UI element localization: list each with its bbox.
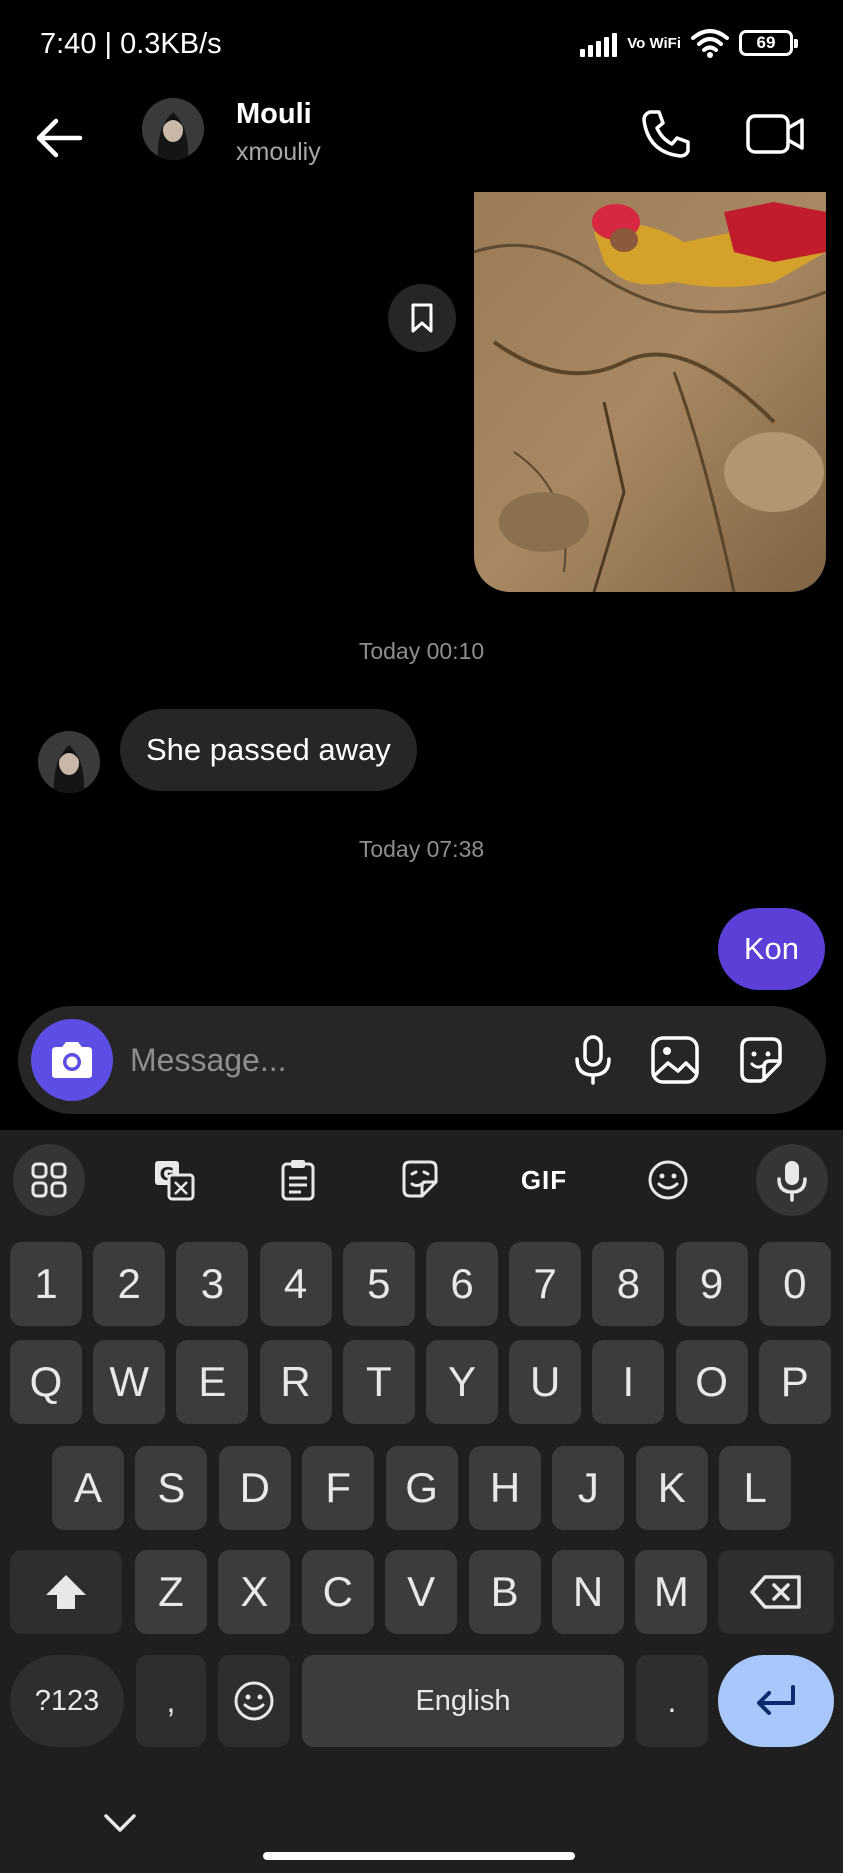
key-o[interactable]: O — [675, 1340, 748, 1424]
sticker-icon[interactable] — [734, 1033, 788, 1087]
backspace-icon — [750, 1575, 801, 1609]
sticker-icon — [402, 1160, 438, 1198]
space-key[interactable]: English — [302, 1655, 624, 1747]
status-icons: Vo WiFi 69 — [580, 28, 798, 58]
microphone-icon[interactable] — [566, 1033, 620, 1087]
key-7[interactable]: 7 — [509, 1242, 582, 1326]
battery-icon: 69 — [739, 30, 798, 56]
status-bar: 7:40 | 0.3KB/s Vo WiFi 69 — [0, 0, 843, 90]
key-c[interactable]: C — [301, 1550, 374, 1634]
period-key[interactable]: . — [636, 1655, 708, 1747]
key-z[interactable]: Z — [135, 1550, 207, 1634]
key-f[interactable]: F — [302, 1446, 375, 1530]
clipboard-icon — [281, 1160, 315, 1201]
message-input[interactable] — [130, 1030, 550, 1090]
chevron-down-icon[interactable] — [100, 1808, 140, 1838]
key-9[interactable]: 9 — [675, 1242, 748, 1326]
message-timestamp: Today 07:38 — [358, 836, 485, 862]
key-j[interactable]: J — [552, 1446, 625, 1530]
vowifi-label: Vo WiFi — [627, 34, 681, 52]
backspace-key[interactable] — [718, 1550, 834, 1634]
keyboard-toolbar: G GIF — [0, 1130, 843, 1230]
video-call-icon[interactable] — [744, 104, 806, 164]
key-x[interactable]: X — [218, 1550, 291, 1634]
message-composer — [18, 1006, 826, 1114]
status-time: 7:40 | 0.3KB/s — [40, 28, 222, 60]
translate-button[interactable]: G — [138, 1144, 210, 1216]
bookmark-icon — [411, 303, 433, 333]
sender-avatar[interactable] — [38, 731, 100, 793]
key-r[interactable]: R — [259, 1340, 332, 1424]
contact-username[interactable]: xmouliy — [236, 138, 321, 167]
wifi-icon — [691, 29, 729, 58]
key-b[interactable]: B — [468, 1550, 541, 1634]
gif-button[interactable]: GIF — [508, 1144, 580, 1216]
key-n[interactable]: N — [552, 1550, 624, 1634]
shift-icon — [46, 1575, 86, 1609]
key-t[interactable]: T — [342, 1340, 415, 1424]
key-e[interactable]: E — [176, 1340, 249, 1424]
camera-icon — [52, 1042, 92, 1078]
key-4[interactable]: 4 — [259, 1242, 332, 1326]
home-indicator — [263, 1852, 575, 1860]
shift-key[interactable] — [10, 1550, 122, 1634]
key-1[interactable]: 1 — [10, 1242, 82, 1326]
key-5[interactable]: 5 — [342, 1242, 415, 1326]
clipboard-button[interactable] — [262, 1144, 334, 1216]
key-v[interactable]: V — [385, 1550, 458, 1634]
translate-icon: G — [155, 1161, 195, 1201]
key-y[interactable]: Y — [426, 1340, 498, 1424]
key-d[interactable]: D — [218, 1446, 291, 1530]
chat-header: Mouli xmouliy — [0, 90, 843, 190]
avatar[interactable] — [142, 98, 204, 160]
key-g[interactable]: G — [385, 1446, 458, 1530]
key-k[interactable]: K — [635, 1446, 708, 1530]
contact-name[interactable]: Mouli — [236, 98, 312, 131]
emoji-toolbar-button[interactable] — [632, 1144, 704, 1216]
key-a[interactable]: A — [52, 1446, 124, 1530]
key-s[interactable]: S — [135, 1446, 208, 1530]
back-arrow-icon[interactable] — [30, 108, 90, 168]
gif-label: GIF — [520, 1164, 568, 1195]
symbols-key[interactable]: ?123 — [10, 1655, 124, 1747]
incoming-message[interactable]: She passed away — [120, 709, 417, 791]
emoji-icon — [648, 1160, 688, 1200]
key-m[interactable]: M — [635, 1550, 708, 1634]
keyboard: G GIF 1 2 3 4 5 6 7 8 9 0 Q W E R T Y U … — [0, 1130, 843, 1873]
emoji-icon — [234, 1681, 274, 1721]
key-h[interactable]: H — [469, 1446, 541, 1530]
key-3[interactable]: 3 — [176, 1242, 249, 1326]
save-button[interactable] — [388, 284, 456, 352]
key-p[interactable]: P — [758, 1340, 831, 1424]
apps-button[interactable] — [13, 1144, 85, 1216]
key-2[interactable]: 2 — [93, 1242, 166, 1326]
keyboard-sticker-button[interactable] — [384, 1144, 456, 1216]
emoji-key[interactable] — [218, 1655, 290, 1747]
message-timestamp: Today 00:10 — [358, 638, 485, 664]
camera-button[interactable] — [31, 1019, 113, 1101]
key-q[interactable]: Q — [10, 1340, 82, 1424]
key-u[interactable]: U — [509, 1340, 582, 1424]
key-0[interactable]: 0 — [758, 1242, 831, 1326]
signal-icon — [580, 29, 618, 57]
key-w[interactable]: W — [93, 1340, 166, 1424]
phone-icon[interactable] — [636, 104, 696, 164]
comma-key[interactable]: , — [136, 1655, 206, 1747]
gallery-icon[interactable] — [648, 1033, 702, 1087]
key-8[interactable]: 8 — [592, 1242, 665, 1326]
photo-message[interactable] — [474, 192, 826, 592]
key-6[interactable]: 6 — [426, 1242, 498, 1326]
microphone-icon — [777, 1161, 807, 1202]
outgoing-message[interactable]: Kon — [717, 908, 825, 990]
grid-icon — [31, 1162, 67, 1198]
key-l[interactable]: L — [719, 1446, 792, 1530]
enter-key[interactable] — [718, 1655, 834, 1747]
key-i[interactable]: I — [592, 1340, 665, 1424]
enter-icon — [757, 1685, 795, 1715]
voice-input-button[interactable] — [756, 1144, 828, 1216]
